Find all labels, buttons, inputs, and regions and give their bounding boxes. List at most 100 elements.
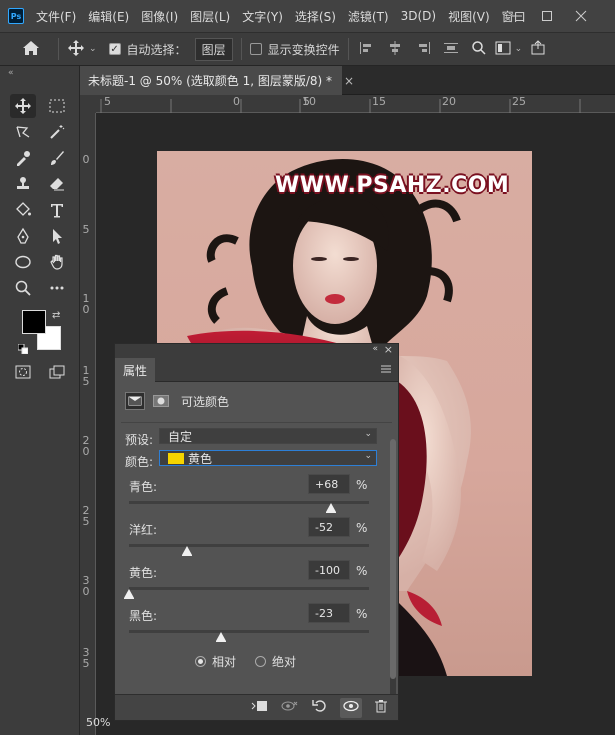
view-previous-state-icon[interactable] [280, 699, 300, 717]
default-colors-icon[interactable] [17, 343, 29, 357]
close-icon[interactable] [566, 0, 596, 32]
black-value-input[interactable]: -23 [308, 603, 350, 623]
cyan-value-input[interactable]: +68 [308, 474, 350, 494]
color-swatch-icon [168, 452, 184, 464]
adjustment-header: 可选颜色 [125, 392, 408, 410]
move-tool-icon[interactable] [10, 94, 36, 118]
yellow-slider-thumb[interactable] [124, 589, 134, 599]
visibility-eye-icon[interactable] [340, 697, 362, 718]
magenta-slider-track[interactable] [129, 544, 369, 547]
align-right-icon[interactable] [415, 40, 431, 59]
tab-properties[interactable]: 属性 [115, 358, 155, 382]
absolute-label: 绝对 [272, 655, 297, 669]
move-tool-icon[interactable] [67, 39, 85, 60]
divider [240, 38, 242, 60]
path-selection-icon[interactable] [44, 224, 70, 248]
home-icon[interactable] [22, 40, 40, 59]
distribute-icon[interactable] [443, 40, 459, 59]
menu-layer[interactable]: 图层(L) [184, 8, 236, 25]
menu-type[interactable]: 文字(Y) [236, 8, 289, 25]
close-tab-icon[interactable]: × [344, 74, 354, 88]
preset-value: 自定 [168, 429, 193, 444]
eyedropper-icon[interactable] [10, 146, 36, 170]
more-tools-icon[interactable] [44, 276, 70, 300]
magic-wand-icon[interactable] [44, 120, 70, 144]
checkmark-icon: ✓ [108, 43, 121, 55]
pen-tool-icon[interactable] [10, 224, 36, 248]
panel-menu-icon[interactable] [380, 363, 392, 378]
ellipse-tool-icon[interactable] [10, 250, 36, 274]
maximize-icon[interactable] [532, 0, 562, 32]
type-tool-icon[interactable] [44, 198, 70, 222]
ruler-top[interactable]: 5 0 5 10 15 20 25 [96, 95, 615, 113]
radio-unselected-icon [255, 656, 266, 667]
menu-edit[interactable]: 编辑(E) [82, 8, 135, 25]
adjustment-title: 可选颜色 [181, 394, 230, 409]
cyan-slider-thumb[interactable] [325, 503, 336, 513]
magenta-label: 洋红: [129, 523, 158, 537]
relative-radio[interactable]: 相对 [195, 653, 236, 670]
divider [58, 38, 59, 60]
app-logo-icon[interactable]: Ps [8, 8, 24, 24]
menu-3d[interactable]: 3D(D) [395, 9, 442, 23]
swap-colors-icon[interactable]: ⇄ [52, 310, 60, 321]
menu-filter[interactable]: 滤镜(T) [342, 8, 395, 25]
black-slider-thumb[interactable] [216, 632, 227, 642]
clip-to-layer-icon[interactable] [250, 699, 268, 717]
ruler-tick-label: 2 5 [82, 504, 90, 528]
yellow-value-input[interactable]: -100 [308, 560, 350, 580]
menu-file[interactable]: 文件(F) [30, 8, 82, 25]
magenta-value-input[interactable]: -52 [308, 517, 350, 537]
layer-mask-icon[interactable] [151, 392, 171, 410]
collapse-toolbox-icon[interactable]: « [0, 66, 79, 80]
auto-select-target-dropdown[interactable]: 图层 [194, 37, 233, 61]
align-left-icon[interactable] [359, 40, 375, 59]
lasso-tool-icon[interactable] [10, 120, 36, 144]
stamp-tool-icon[interactable] [10, 172, 36, 196]
divider [347, 38, 349, 60]
document-tabs: 未标题-1 @ 50% (选取颜色 1, 图层蒙版/8) * × [80, 66, 615, 95]
eraser-tool-icon[interactable] [44, 172, 70, 196]
minimize-icon[interactable] [502, 0, 532, 32]
black-slider-track[interactable] [129, 630, 369, 633]
paint-bucket-icon[interactable] [10, 198, 36, 222]
cyan-label: 青色: [129, 480, 158, 494]
delete-icon[interactable] [374, 699, 388, 717]
close-panel-icon[interactable]: × [384, 343, 393, 356]
quick-mask-icon[interactable] [10, 360, 36, 384]
adjustment-layer-icon[interactable] [125, 392, 145, 410]
share-icon[interactable] [530, 39, 546, 59]
menu-view[interactable]: 视图(V) [442, 8, 496, 25]
document-tab[interactable]: 未标题-1 @ 50% (选取颜色 1, 图层蒙版/8) * × [80, 66, 354, 95]
reset-icon[interactable] [312, 699, 328, 717]
absolute-radio[interactable]: 绝对 [255, 653, 296, 670]
yellow-slider-track[interactable] [129, 587, 369, 590]
collapse-panel-icon[interactable]: « [372, 344, 378, 354]
zoom-level[interactable]: 50% [86, 716, 110, 729]
relative-label: 相对 [212, 655, 237, 669]
show-transform-checkbox[interactable]: 显示变换控件 [249, 41, 340, 58]
foreground-color-swatch-front[interactable] [22, 310, 46, 334]
panel-scrollbar[interactable] [390, 439, 396, 699]
magenta-slider-thumb[interactable] [181, 546, 192, 556]
hand-tool-icon[interactable] [44, 250, 70, 274]
preset-dropdown[interactable]: 自定 ⌄ [159, 428, 377, 444]
auto-select-checkbox[interactable]: ✓ 自动选择： [108, 41, 187, 58]
workspace-icon[interactable] [495, 41, 511, 58]
marquee-tool-icon[interactable] [44, 94, 70, 118]
zoom-tool-icon[interactable] [10, 276, 36, 300]
ruler-tick-label: 1 0 [82, 292, 90, 316]
menu-select[interactable]: 选择(S) [289, 8, 342, 25]
properties-panel: « × 属性 可选颜色 预设: 自定 ⌄ 颜色: 黄色 ⌄ 青色: +68 % … [114, 343, 399, 721]
chevron-down-icon[interactable]: ⌄ [89, 44, 97, 54]
search-icon[interactable] [471, 40, 487, 59]
align-center-icon[interactable] [387, 40, 403, 59]
colors-dropdown[interactable]: 黄色 ⌄ [159, 450, 377, 466]
brush-tool-icon[interactable] [44, 146, 70, 170]
screen-mode-icon[interactable] [44, 360, 70, 384]
options-bar: ⌄ ✓ 自动选择： 图层 显示变换控件 ⌄ [0, 32, 615, 66]
ruler-left[interactable]: 0 5 1 0 1 5 2 0 2 5 3 0 3 5 [80, 113, 96, 735]
chevron-down-icon[interactable]: ⌄ [515, 44, 523, 54]
photoshop-window: Ps 文件(F) 编辑(E) 图像(I) 图层(L) 文字(Y) 选择(S) 滤… [0, 0, 615, 735]
menu-image[interactable]: 图像(I) [135, 8, 184, 25]
